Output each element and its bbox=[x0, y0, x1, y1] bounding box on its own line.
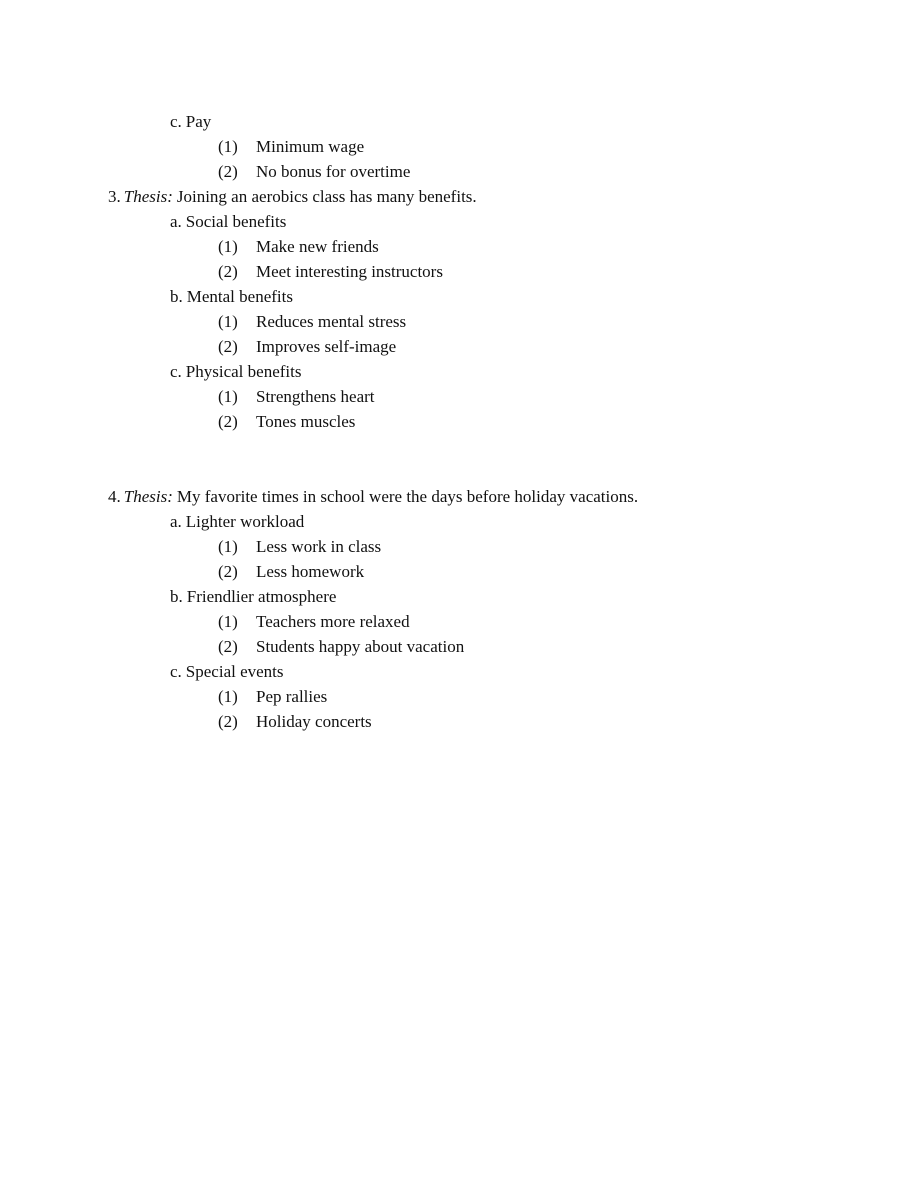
outline-item-marker: c. bbox=[170, 112, 182, 131]
outline-item-marker: c. bbox=[170, 662, 182, 681]
outline-detail-item: (1) Pep rallies bbox=[0, 684, 920, 709]
outline-item-marker: (2) bbox=[218, 337, 238, 356]
outline-item-text: No bonus for overtime bbox=[256, 162, 411, 181]
outline-item-marker: (2) bbox=[218, 712, 238, 731]
outline-item-text: Special events bbox=[185, 662, 284, 681]
outline-item-marker: (1) bbox=[218, 612, 238, 631]
outline-detail-item: (1) Make new friends bbox=[0, 234, 920, 259]
outline-item-text: Holiday concerts bbox=[256, 712, 372, 731]
thesis-keyword: Thesis: bbox=[123, 487, 173, 506]
outline-item-text: Pep rallies bbox=[256, 687, 328, 706]
outline-item-text: Physical benefits bbox=[185, 362, 302, 381]
outline-item-text: Less homework bbox=[256, 562, 365, 581]
outline-item-marker: (2) bbox=[218, 262, 238, 281]
outline-item-text: Teachers more relaxed bbox=[256, 612, 410, 631]
outline-detail-item: (1) Less work in class bbox=[0, 534, 920, 559]
outline-item-text: Minimum wage bbox=[256, 137, 365, 156]
document-page: c. Pay (1) Minimum wage (2) No bonus for over… bbox=[0, 0, 920, 1191]
outline-item-marker: 4. bbox=[108, 487, 121, 506]
outline-detail-item: (1) Minimum wage bbox=[0, 134, 920, 159]
outline-item-text: Students happy about vacation bbox=[256, 637, 465, 656]
outline-item-text: Strengthens heart bbox=[256, 387, 375, 406]
outline-sub-item: c. Physical benefits bbox=[0, 359, 920, 384]
outline-sub-item: a. Lighter workload bbox=[0, 509, 920, 534]
outline-thesis-item: 4. Thesis: My favorite times in school wer… bbox=[0, 484, 920, 509]
outline-detail-item: (2) No bonus for overtime bbox=[0, 159, 920, 184]
outline-item-text: Improves self-image bbox=[256, 337, 397, 356]
outline-sub-item: c. Special events bbox=[0, 659, 920, 684]
outline-item-text: Pay bbox=[185, 112, 212, 131]
outline-detail-item: (1) Teachers more relaxed bbox=[0, 609, 920, 634]
outline-sub-item: a. Social benefits bbox=[0, 209, 920, 234]
outline-item-text: Joining an aerobics class has many benef… bbox=[176, 187, 477, 206]
outline-item-marker: a. bbox=[170, 212, 182, 231]
outline-item-marker: (1) bbox=[218, 537, 238, 556]
outline-item-text: Reduces mental stress bbox=[256, 312, 407, 331]
outline-item-text: Meet interesting instructors bbox=[256, 262, 443, 281]
outline-item-marker: (2) bbox=[218, 562, 238, 581]
outline-sub-item: c. Pay bbox=[0, 109, 920, 134]
outline-detail-item: (2) Meet interesting instructors bbox=[0, 259, 920, 284]
outline-item-marker: (1) bbox=[218, 687, 238, 706]
outline-item-marker: (2) bbox=[218, 637, 238, 656]
outline-item-text: Less work in class bbox=[256, 537, 382, 556]
outline-item-text: Social benefits bbox=[185, 212, 287, 231]
outline-item-marker: a. bbox=[170, 512, 182, 531]
outline-item-marker: (1) bbox=[218, 387, 238, 406]
thesis-keyword: Thesis: bbox=[123, 187, 173, 206]
outline-item-marker: (1) bbox=[218, 137, 238, 156]
outline-item-marker: (1) bbox=[218, 312, 238, 331]
outline-detail-item: (1) Strengthens heart bbox=[0, 384, 920, 409]
outline-item-text: Mental benefits bbox=[186, 287, 293, 306]
outline-sub-item: b. Friendlier atmosphere bbox=[0, 584, 920, 609]
outline-detail-item: (2) Students happy about vacation bbox=[0, 634, 920, 659]
outline-item-marker: 3. bbox=[108, 187, 121, 206]
outline-detail-item: (2) Less homework bbox=[0, 559, 920, 584]
outline-detail-item: (2) Holiday concerts bbox=[0, 709, 920, 734]
outline-item-marker: (1) bbox=[218, 237, 238, 256]
outline-item-text: Tones muscles bbox=[256, 412, 356, 431]
outline-item-marker: (2) bbox=[218, 162, 238, 181]
outline-item-marker: b. bbox=[170, 287, 183, 306]
outline-item-marker: c. bbox=[170, 362, 182, 381]
outline-detail-item: (2) Improves self-image bbox=[0, 334, 920, 359]
outline-list: c. Pay (1) Minimum wage (2) No bonus for over… bbox=[0, 109, 920, 734]
outline-sub-item: b. Mental benefits bbox=[0, 284, 920, 309]
outline-thesis-item: 3. Thesis: Joining an aerobics class has m… bbox=[0, 184, 920, 209]
outline-item-text: Friendlier atmosphere bbox=[186, 587, 337, 606]
outline-detail-item: (2) Tones muscles bbox=[0, 409, 920, 434]
outline-detail-item: (1) Reduces mental stress bbox=[0, 309, 920, 334]
outline-item-marker: b. bbox=[170, 587, 183, 606]
outline-item-text: My favorite times in school were the day… bbox=[176, 487, 639, 506]
outline-item-text: Lighter workload bbox=[185, 512, 305, 531]
outline-item-text: Make new friends bbox=[256, 237, 379, 256]
outline-item-marker: (2) bbox=[218, 412, 238, 431]
